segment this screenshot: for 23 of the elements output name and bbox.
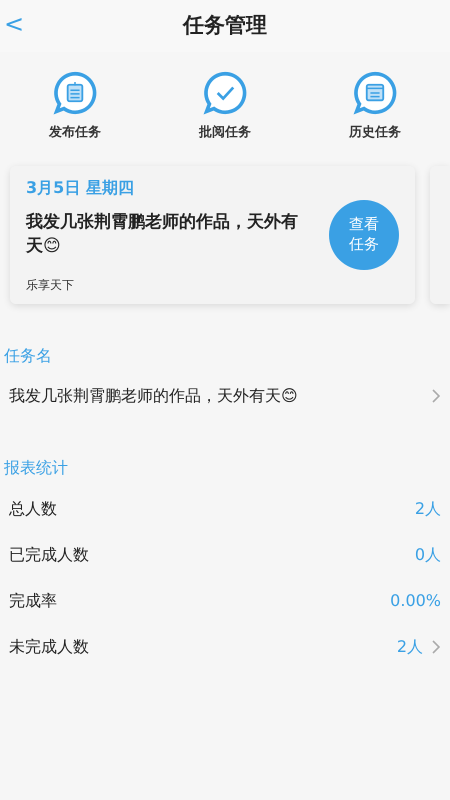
stat-label: 完成率	[9, 590, 57, 612]
section-heading: 报表统计	[3, 456, 69, 478]
task-name: 我发几张荆霄鹏老师的作品，天外有天😊	[9, 384, 298, 406]
stat-label: 已完成人数	[9, 544, 89, 566]
action-button[interactable]: 批阅任务	[150, 70, 300, 144]
action-button[interactable]: 发布任务	[0, 70, 150, 144]
stat-label: 未完成人数	[9, 636, 89, 658]
task-author: 乐享天下	[26, 276, 75, 294]
chevron-icon	[431, 388, 441, 404]
stat-label: 总人数	[9, 498, 57, 520]
section-heading: 任务名	[3, 344, 53, 366]
page-title: 任务管理	[183, 12, 267, 40]
task-date: 3月5日 星期四	[26, 176, 135, 198]
check-bubble-icon	[203, 71, 247, 115]
stat-value: 2人	[414, 498, 441, 520]
clipboard-bubble-icon	[353, 71, 397, 115]
action-button[interactable]: 历史任务	[300, 70, 450, 144]
clipboard-bubble-icon	[53, 71, 97, 115]
stat-value: 0.00%	[390, 590, 441, 612]
stat-value: 2人	[396, 636, 423, 658]
stat-value: 0人	[414, 544, 441, 566]
task-title: 我发几张荆霄鹏老师的作品，天外有天😊	[26, 210, 299, 258]
task-name-row[interactable]: 我发几张荆霄鹏老师的作品，天外有天😊	[0, 384, 450, 408]
